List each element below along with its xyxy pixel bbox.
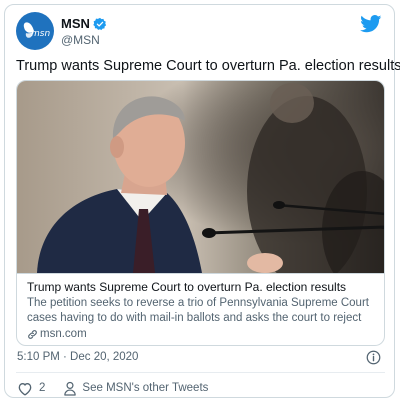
like-count[interactable]: 2 [39, 382, 45, 394]
embedded-tweet: msn MSN @MSN Trump wants Supreme Court t… [4, 4, 400, 398]
card-domain: msn.com [27, 328, 87, 340]
info-icon[interactable] [366, 350, 381, 365]
verified-badge-icon [93, 17, 107, 30]
heart-icon[interactable] [17, 381, 33, 396]
card-meta: Trump wants Supreme Court to overturn Pa… [17, 273, 384, 345]
card-domain-label: msn.com [40, 328, 87, 340]
card-title: Trump wants Supreme Court to overturn Pa… [27, 280, 347, 294]
tweet-text: Trump wants Supreme Court to overturn Pa… [16, 58, 400, 74]
see-other-tweets-link[interactable]: See MSN's other Tweets [63, 381, 208, 396]
person-icon [64, 381, 77, 396]
author-name[interactable]: MSN [61, 16, 107, 31]
author-name-label: MSN [61, 16, 90, 31]
card-description: The petition seeks to reverse a trio of … [27, 297, 369, 324]
tweet-timestamp[interactable]: 5:10 PM · Dec 20, 2020 [17, 351, 138, 363]
link-preview-card[interactable]: Trump wants Supreme Court to overturn Pa… [16, 80, 385, 346]
link-icon [28, 329, 37, 339]
divider [16, 372, 385, 373]
author-handle[interactable]: @MSN [61, 33, 100, 47]
avatar-wordmark: msn [31, 29, 51, 39]
twitter-bird-icon[interactable] [360, 15, 382, 33]
card-photo [17, 81, 384, 273]
author-avatar[interactable]: msn [16, 12, 54, 50]
tweet-actions: 2 See MSN's other Tweets [17, 379, 208, 397]
see-other-tweets-label: See MSN's other Tweets [82, 382, 209, 394]
